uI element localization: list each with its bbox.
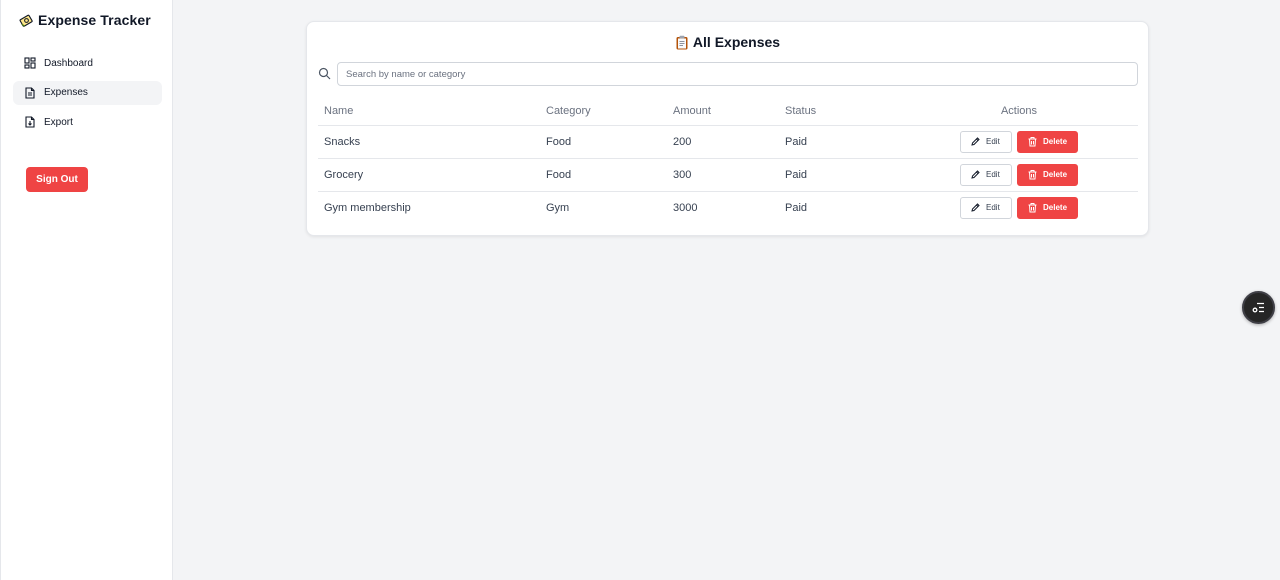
trash-icon [1028,170,1037,180]
edit-button[interactable]: Edit [960,196,1012,219]
cell-amount: 3000 [673,201,698,214]
cell-name: Gym membership [324,201,411,214]
expenses-card: All Expenses Name Category Amount Status… [306,21,1149,236]
column-header-name: Name [318,97,540,126]
column-header-category: Category [540,97,667,126]
page-title-text: All Expenses [692,34,781,50]
file-download-icon [25,116,35,128]
cell-actions: Edit Delete [894,191,1138,224]
cell-status: Paid [779,158,894,192]
cell-name: Snacks [318,125,540,159]
page-title: All Expenses [307,32,1148,52]
sidebar-item-label: Dashboard [44,57,93,69]
pencil-icon [971,203,980,212]
pencil-icon [971,170,980,179]
edit-label: Edit [986,137,1000,146]
table-row: Grocery Food 300 Paid Edit Delete [318,158,1138,192]
sidebar-item-expenses[interactable]: Expenses [13,80,162,105]
cell-amount: 200 [667,125,779,159]
cell-category: Food [540,158,667,192]
sidebar-nav: Dashboard Expenses Export [13,51,162,140]
file-text-icon [25,86,35,99]
sidebar-item-label: Export [44,116,73,128]
pencil-icon [971,137,980,146]
trash-icon [1028,203,1037,213]
table-row: Gym membership Gym 3000 Paid Edit Delete [318,191,1138,224]
expenses-table: Name Category Amount Status Actions Snac… [318,97,1138,224]
floating-tools-button[interactable] [1242,291,1275,324]
sidebar-item-dashboard[interactable]: Dashboard [13,51,162,75]
cell-status: Paid [779,125,894,159]
column-header-amount: Amount [667,97,779,126]
sign-out-button[interactable]: Sign Out [26,167,88,192]
search-input[interactable] [337,62,1138,86]
delete-label: Delete [1043,170,1068,179]
cell-category: Food [540,125,667,159]
filter-list-icon [1252,302,1264,313]
clipboard-icon [676,35,688,49]
dashboard-icon [24,57,36,69]
brand-title: Expense Tracker [38,12,151,28]
edit-label: Edit [986,170,1000,179]
cell-actions: Edit Delete [894,158,1138,192]
cell-category: Gym [546,201,570,214]
sidebar: Expense Tracker Dashboard Expenses Expor… [0,0,173,580]
column-header-status: Status [779,97,894,126]
edit-label: Edit [986,203,1000,213]
table-header-row: Name Category Amount Status Actions [318,97,1138,126]
delete-label: Delete [1043,203,1068,213]
search-bar [318,62,1138,86]
edit-button[interactable]: Edit [960,163,1012,186]
delete-button[interactable]: Delete [1017,163,1078,186]
column-header-actions: Actions [894,97,1138,126]
cell-actions: Edit Delete [894,125,1138,159]
brand[interactable]: Expense Tracker [19,10,151,30]
trash-icon [1028,137,1037,147]
search-icon [318,67,331,80]
cell-amount: 300 [667,158,779,192]
sidebar-item-export[interactable]: Export [13,110,162,134]
delete-button[interactable]: Delete [1017,130,1078,153]
money-logo-icon [19,14,33,27]
delete-label: Delete [1043,137,1068,146]
cell-name: Grocery [318,158,540,192]
delete-button[interactable]: Delete [1017,196,1078,219]
table-row: Snacks Food 200 Paid Edit Delete [318,125,1138,159]
sidebar-item-label: Expenses [44,87,88,98]
edit-button[interactable]: Edit [960,130,1012,153]
cell-status: Paid [785,201,808,214]
